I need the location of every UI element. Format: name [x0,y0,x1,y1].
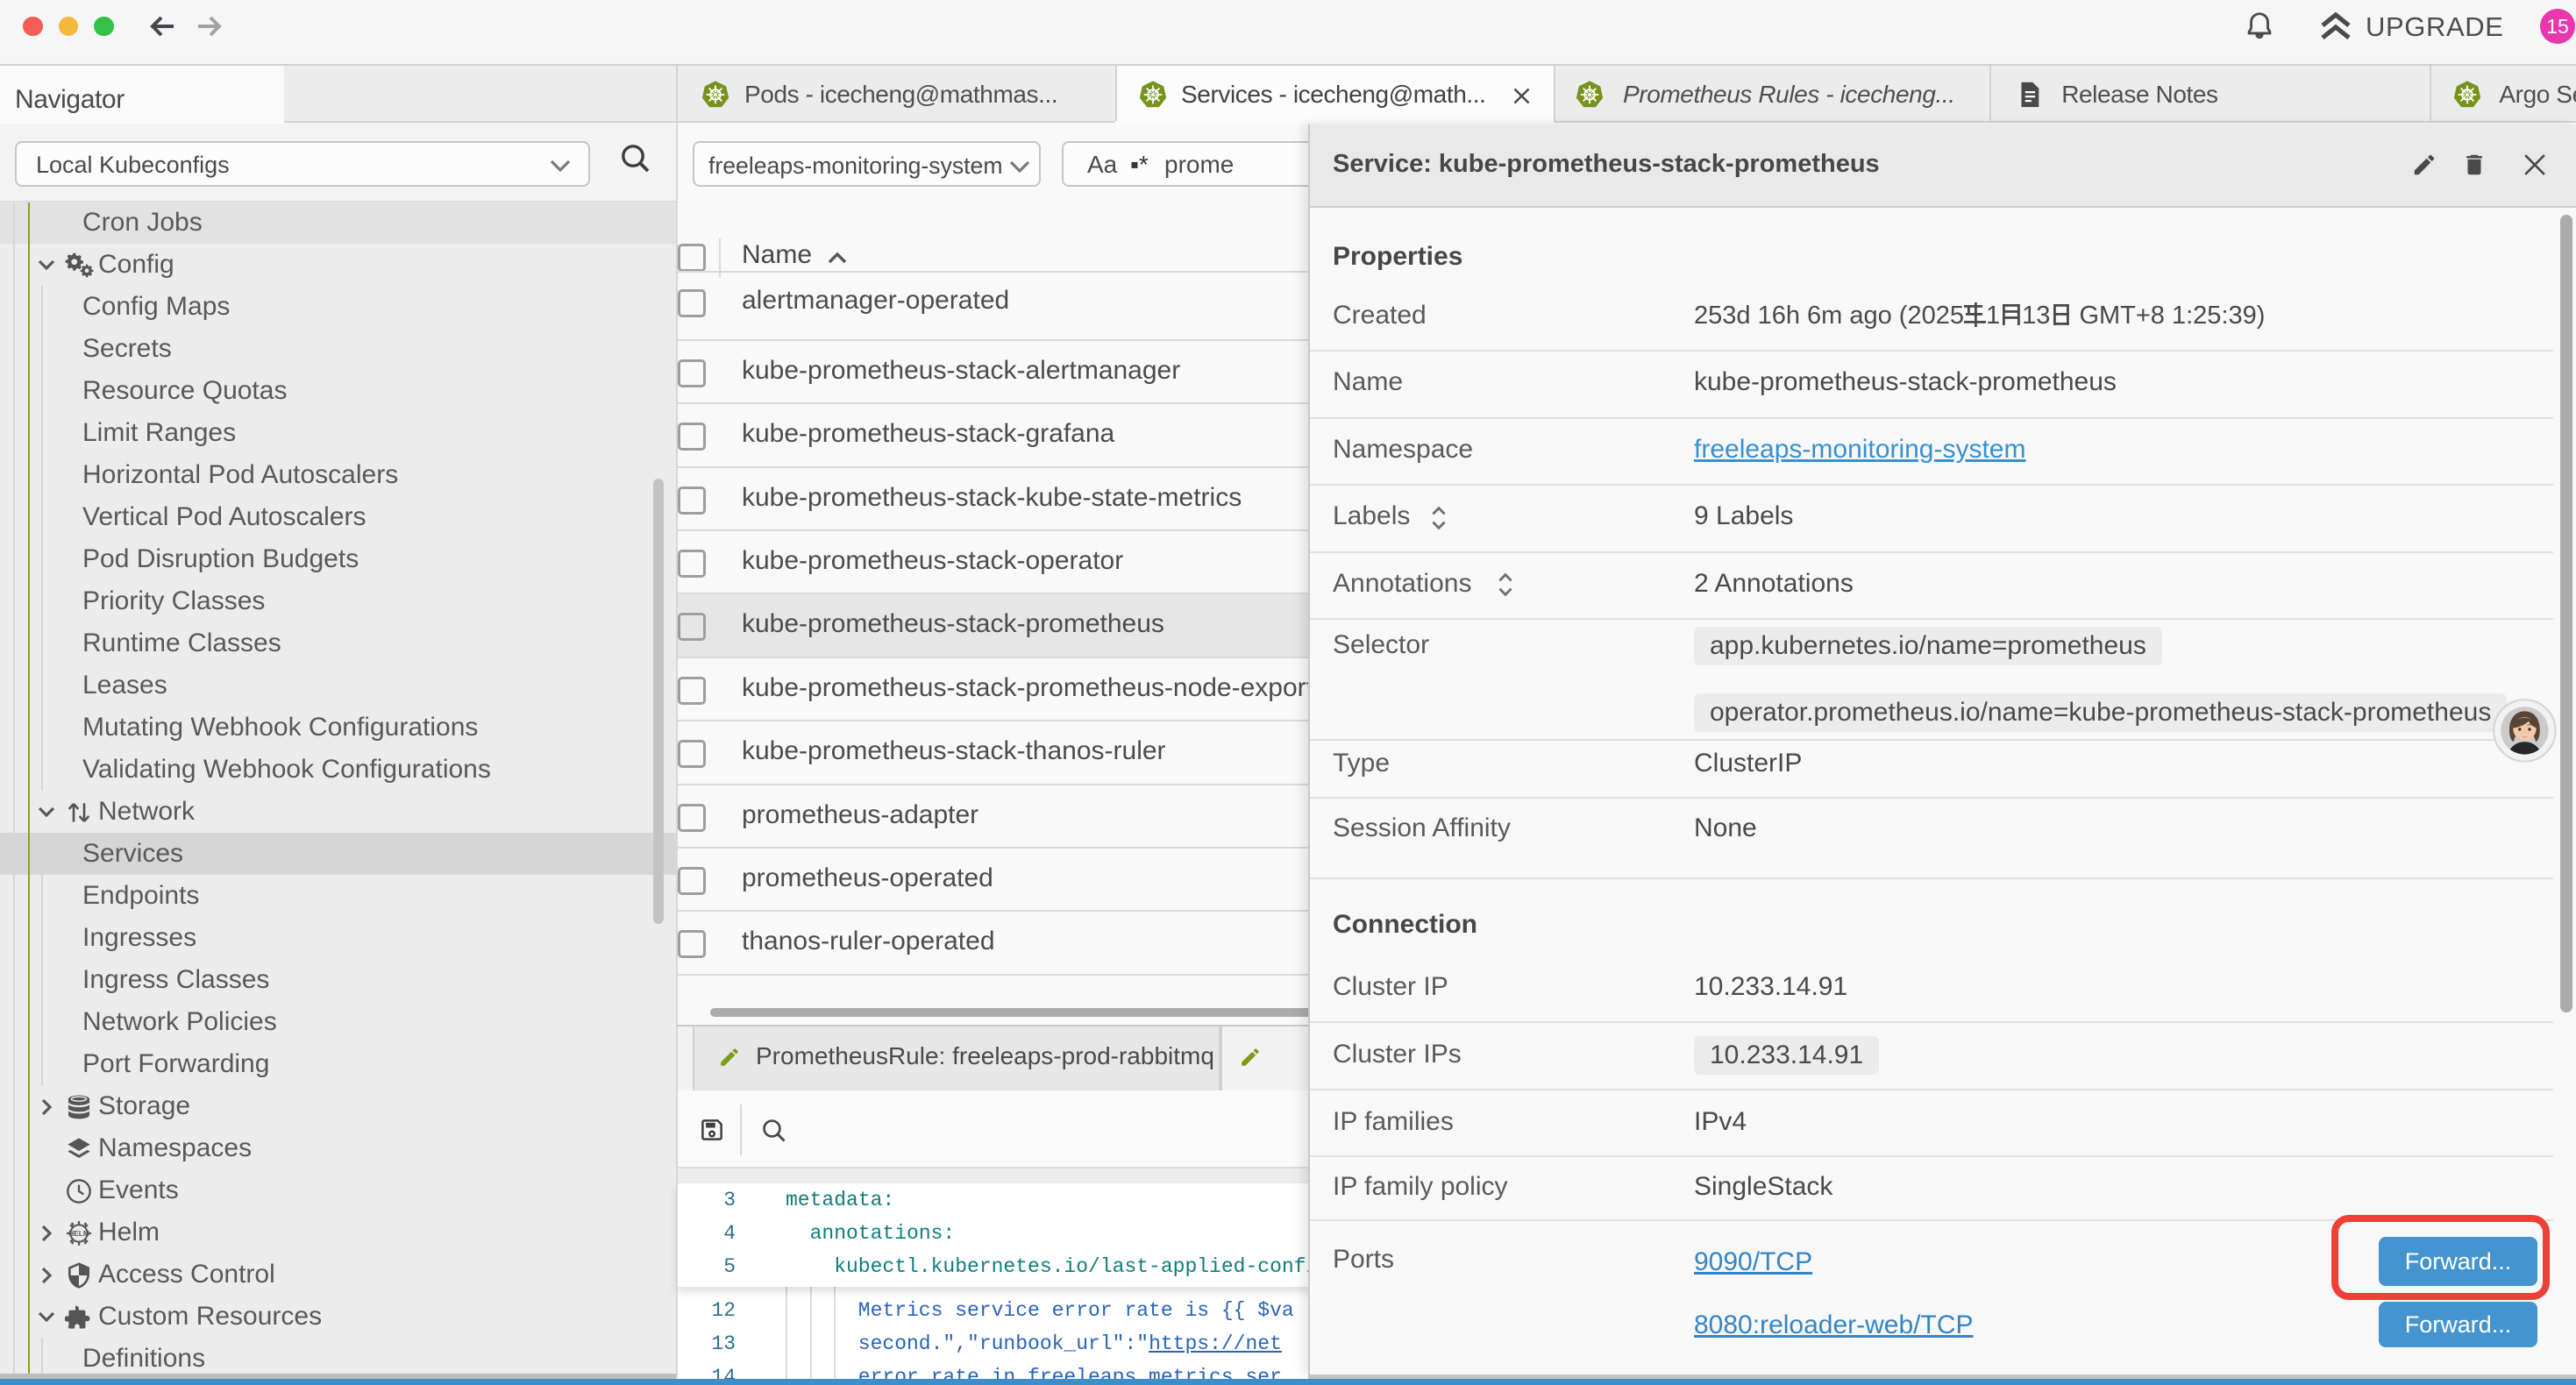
svg-text:HELM: HELM [68,1230,89,1238]
